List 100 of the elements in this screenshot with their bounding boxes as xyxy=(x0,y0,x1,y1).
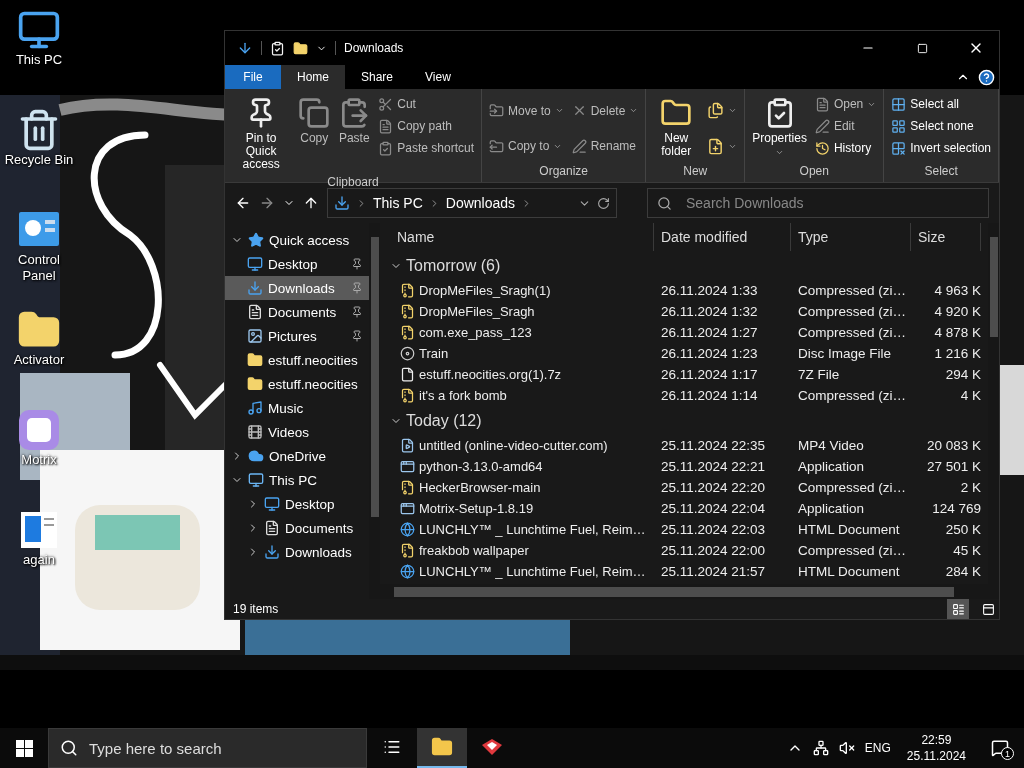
zip-icon xyxy=(400,283,415,298)
nav-item[interactable]: This PC xyxy=(225,468,369,492)
zip-icon xyxy=(400,543,415,558)
ribbon-button[interactable]: Properties xyxy=(749,93,810,161)
column-header[interactable]: Name xyxy=(390,223,654,251)
disc-icon xyxy=(400,346,415,361)
pen-icon xyxy=(571,138,587,154)
nav-label: This PC xyxy=(269,472,317,488)
nav-item[interactable]: Downloads xyxy=(225,540,369,564)
ribbon-button[interactable]: Pin to Quick access xyxy=(229,93,294,175)
file-name[interactable]: Motrix-Setup-1.8.19 xyxy=(419,501,534,516)
size-cell-text: 4 K xyxy=(959,388,981,403)
up-button[interactable] xyxy=(303,195,319,211)
size-cell-text: 4 963 K xyxy=(933,283,981,298)
group-header[interactable]: Tomorrow (6) xyxy=(406,256,501,275)
arrow-down-icon[interactable] xyxy=(237,40,253,56)
search-field[interactable]: Search Downloads xyxy=(647,188,989,218)
nav-item[interactable]: Desktop xyxy=(225,492,369,516)
nav-item[interactable]: Pictures xyxy=(225,324,369,348)
ribbon-button[interactable]: Invert selection xyxy=(888,137,994,159)
column-header[interactable]: Date modified xyxy=(654,223,791,251)
nav-label: Downloads xyxy=(285,544,352,560)
clock[interactable]: 22:59 25.11.2024 xyxy=(900,732,972,764)
folder-icon[interactable] xyxy=(293,40,308,56)
file-plus-icon xyxy=(707,137,725,155)
refresh-icon[interactable] xyxy=(597,196,610,210)
nav-item[interactable]: Downloads xyxy=(225,276,369,300)
back-button[interactable] xyxy=(235,195,251,211)
nav-item[interactable]: Videos xyxy=(225,420,369,444)
ribbon-tab[interactable]: Share xyxy=(345,65,410,89)
folder-icon xyxy=(431,736,453,758)
view-button[interactable] xyxy=(947,599,969,619)
file-name[interactable]: LUNCHLY™ _ Lunchtime Fuel, Reim… xyxy=(419,564,646,579)
file-name[interactable]: DropMeFiles_Sragh(1) xyxy=(419,283,551,298)
maximize-icon xyxy=(916,42,928,54)
zip-icon xyxy=(400,480,415,495)
checklist-icon[interactable] xyxy=(270,40,285,56)
nav-label: OneDrive xyxy=(269,448,327,464)
date-cell-text: 25.11.2024 22:21 xyxy=(660,459,767,474)
file-name[interactable]: untitled (online-video-cutter.com) xyxy=(419,438,608,453)
nav-item[interactable]: estuff.neocities xyxy=(225,348,369,372)
nav-label: Documents xyxy=(285,520,354,536)
nav-item[interactable]: OneDrive xyxy=(225,444,369,468)
ribbon-button[interactable]: History xyxy=(811,137,880,159)
size-cell-text: 4 878 K xyxy=(933,325,981,340)
file-icon xyxy=(400,367,415,382)
nav-item[interactable]: Documents xyxy=(225,516,369,540)
search-icon xyxy=(657,195,672,211)
ribbon-tab[interactable]: Home xyxy=(281,65,345,89)
ribbon-button[interactable]: Select none xyxy=(888,115,994,137)
download-icon xyxy=(264,544,280,560)
file-name[interactable]: DropMeFiles_Sragh xyxy=(419,304,535,319)
file-name[interactable]: python-3.13.0-amd64 xyxy=(419,459,543,474)
column-header[interactable]: Type xyxy=(791,223,911,251)
nav-item[interactable]: Music xyxy=(225,396,369,420)
desktop-icon-label[interactable]: Control Panel xyxy=(0,252,78,284)
desktop-icon-label[interactable]: Activator xyxy=(13,352,65,368)
desktop-icon-label[interactable]: This PC xyxy=(15,52,63,68)
address-bar[interactable]: This PC Downloads xyxy=(327,188,617,218)
nav-item[interactable]: Documents xyxy=(225,300,369,324)
file-name[interactable]: freakbob wallpaper xyxy=(419,543,529,558)
notification-button[interactable]: 1 xyxy=(982,728,1018,768)
file-name[interactable]: estuff.neocities.org(1).7z xyxy=(419,367,562,382)
muted-speaker-icon[interactable] xyxy=(838,740,855,756)
ribbon-group-label: Open xyxy=(798,164,830,180)
taskbar-app[interactable] xyxy=(417,728,467,768)
date-cell-text: 26.11.2024 1:17 xyxy=(660,367,759,382)
group-header[interactable]: Today (12) xyxy=(406,411,482,430)
ribbon-tab[interactable]: View xyxy=(409,65,467,89)
ribbon-button[interactable]: Select all xyxy=(888,93,994,115)
type-cell-text: Compressed (zi… xyxy=(797,283,908,298)
folder-arrow-icon xyxy=(489,103,504,119)
app-icon xyxy=(17,408,61,452)
desktop-icon-label[interactable]: Motrix xyxy=(21,452,57,468)
column-header[interactable]: Size xyxy=(911,223,981,251)
zip-icon xyxy=(400,304,415,319)
language-indicator[interactable]: ENG xyxy=(864,741,891,755)
network-icon[interactable] xyxy=(812,740,829,756)
forward-button[interactable] xyxy=(259,195,275,211)
file-name[interactable]: it's a fork bomb xyxy=(419,388,507,403)
file-name[interactable]: com.exe_pass_123 xyxy=(419,325,532,340)
breadcrumb[interactable]: This PC xyxy=(373,195,423,211)
breadcrumb[interactable]: Downloads xyxy=(445,195,516,211)
taskbar-search-field[interactable]: Type here to search xyxy=(48,728,367,768)
ribbon-group-label: Organize xyxy=(538,164,589,180)
nav-item[interactable]: Desktop xyxy=(225,252,369,276)
nav-label: Desktop xyxy=(268,256,318,272)
file-name[interactable]: HeckerBrowser-main xyxy=(419,480,541,495)
file-name[interactable]: Train xyxy=(419,346,449,361)
ribbon-tab[interactable]: File xyxy=(225,65,281,89)
nav-item[interactable]: estuff.neocities xyxy=(225,372,369,396)
type-cell-text: 7Z File xyxy=(797,367,841,382)
notification-icon xyxy=(991,739,1009,757)
size-cell-text: 294 K xyxy=(944,367,981,382)
document-icon xyxy=(378,118,394,134)
nav-item[interactable]: Quick access xyxy=(225,228,369,252)
file-name[interactable]: LUNCHLY™ _ Lunchtime Fuel, Reim… xyxy=(419,522,646,537)
ribbon-button[interactable]: New folder xyxy=(650,93,703,162)
type-cell-text: Disc Image File xyxy=(797,346,893,361)
desktop-icon-label[interactable]: Recycle Bin xyxy=(4,152,74,168)
